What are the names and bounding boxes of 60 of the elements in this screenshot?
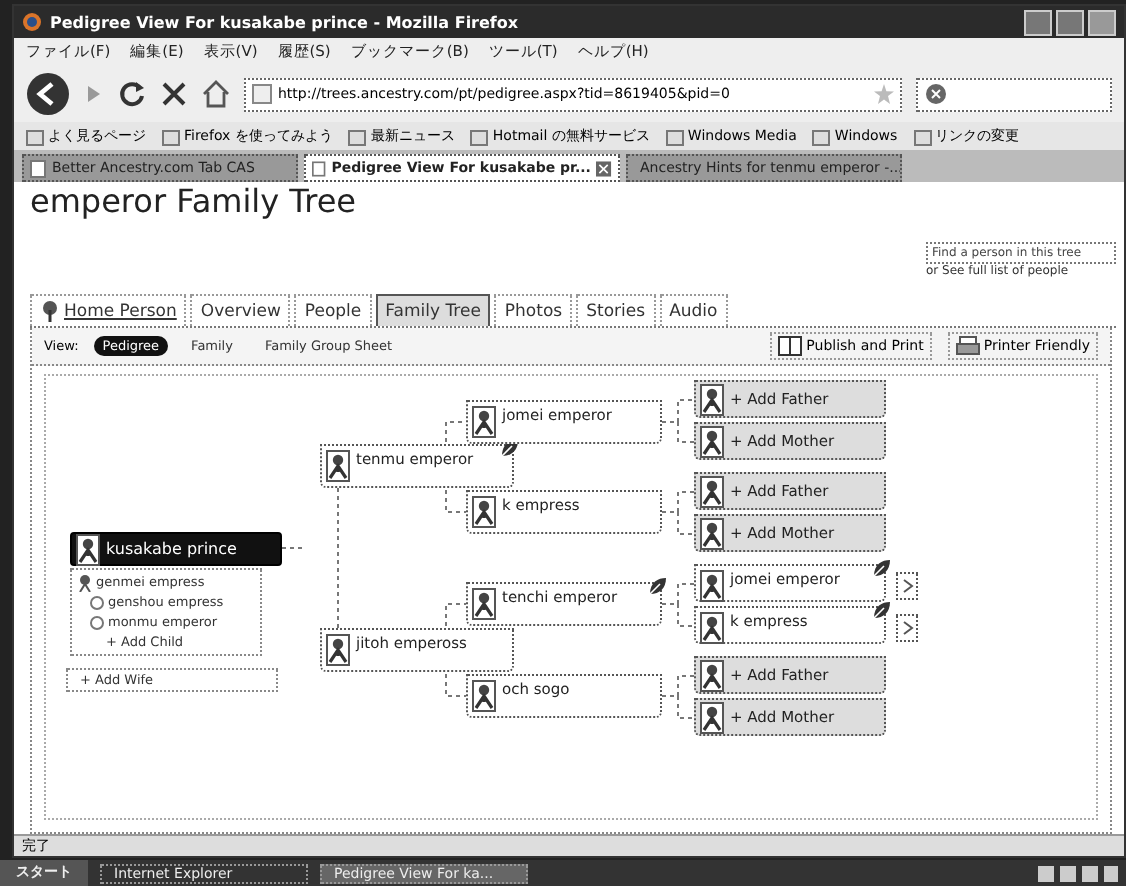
person-icon xyxy=(326,450,350,482)
person-icon xyxy=(700,570,724,602)
site-tab[interactable]: Stories xyxy=(576,294,656,326)
bookmark-icon xyxy=(913,127,932,145)
maximize-button[interactable] xyxy=(1056,9,1084,35)
close-button[interactable] xyxy=(1088,9,1116,35)
person-icon xyxy=(472,588,496,620)
person-icon xyxy=(700,475,724,507)
person-icon xyxy=(700,612,724,644)
site-icon xyxy=(252,84,272,104)
tray-icons xyxy=(1038,863,1118,883)
person-icon xyxy=(78,573,92,591)
person-icon xyxy=(700,659,724,691)
book-icon xyxy=(778,336,803,356)
search-field[interactable] xyxy=(916,77,1112,111)
bookmark-icon xyxy=(162,127,180,145)
printer-icon xyxy=(955,336,980,356)
person-icon xyxy=(326,634,350,666)
person-icon xyxy=(472,680,496,712)
connector-line xyxy=(661,603,695,627)
site-tab[interactable]: Overview xyxy=(190,294,291,326)
person-icon xyxy=(76,533,100,565)
star-icon xyxy=(874,84,894,104)
reload-icon[interactable] xyxy=(118,80,146,108)
home-icon[interactable] xyxy=(202,80,230,108)
back-icon[interactable] xyxy=(26,72,70,116)
window-title: Pedigree View For kusakabe prince - Mozilla Firefox xyxy=(50,13,521,31)
bookmark-icon xyxy=(348,127,367,145)
site-tab[interactable]: Family Tree xyxy=(375,294,491,326)
firefox-icon xyxy=(22,12,42,32)
site-tab[interactable]: Photos xyxy=(494,294,573,326)
bookmark-icon xyxy=(812,127,831,145)
bookmark-icon xyxy=(665,127,684,145)
page-title: emperor Family Tree xyxy=(30,182,357,224)
person-icon xyxy=(700,425,724,457)
expand-button[interactable] xyxy=(896,572,918,600)
stop-icon[interactable] xyxy=(160,80,188,108)
connector-line xyxy=(337,487,339,629)
connector-line xyxy=(661,511,695,535)
bookmark-icon xyxy=(26,127,44,145)
tab-close-icon[interactable] xyxy=(596,159,612,177)
search-engine-icon xyxy=(924,82,948,106)
tree-icon xyxy=(40,300,60,322)
minimize-button[interactable] xyxy=(1024,9,1052,35)
site-tab[interactable]: People xyxy=(294,294,372,326)
person-icon xyxy=(700,701,724,733)
person-icon xyxy=(472,406,496,438)
person-card[interactable]: kusakabe prince xyxy=(70,532,282,566)
site-tab[interactable]: Home Person xyxy=(30,294,187,326)
person-icon xyxy=(472,496,496,528)
expand-button[interactable] xyxy=(896,614,918,642)
connector-line xyxy=(661,695,695,719)
site-tab[interactable]: Audio xyxy=(659,294,728,326)
page-icon xyxy=(312,159,326,177)
connector-line xyxy=(661,421,695,443)
bookmark-icon xyxy=(470,127,489,145)
person-icon xyxy=(700,517,724,549)
connector-line xyxy=(281,547,303,549)
person-icon xyxy=(700,383,724,415)
page-icon xyxy=(30,159,46,177)
